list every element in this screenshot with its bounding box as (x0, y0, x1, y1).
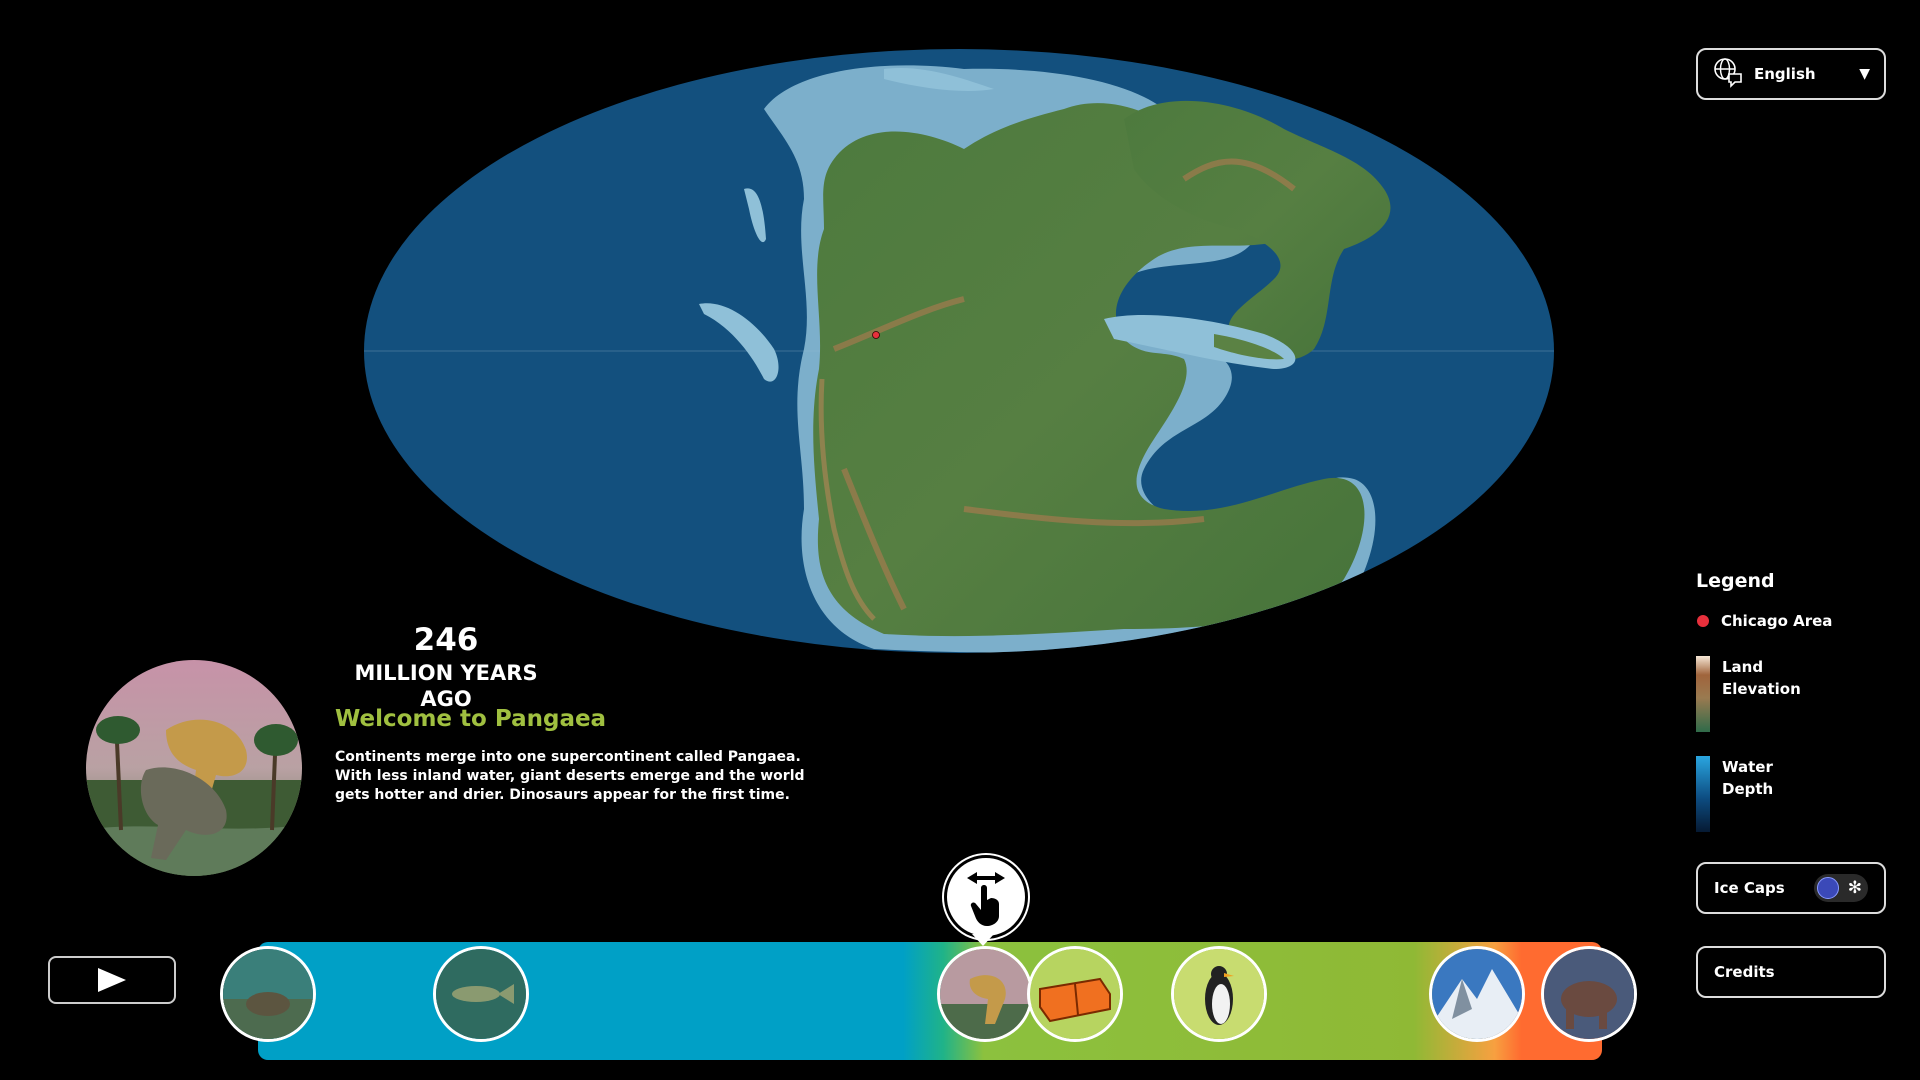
timeline-thumb-fossil-fish[interactable] (433, 946, 529, 1042)
snowflake-icon: ✻ (1847, 878, 1862, 898)
ice-caps-toggle[interactable]: ✻ (1814, 874, 1868, 902)
era-title: Welcome to Pangaea (335, 706, 607, 732)
credits-label: Credits (1714, 963, 1775, 981)
era-illustration (86, 660, 302, 876)
chicago-marker[interactable] (872, 331, 880, 339)
legend-elevation: Land Elevation (1696, 656, 1896, 732)
swipe-hand-icon (967, 872, 1005, 926)
timeline-thumb-penguin[interactable] (1171, 946, 1267, 1042)
years-unit: MILLION YEARS AGO (354, 661, 538, 711)
chevron-down-icon: ▼ (1859, 66, 1870, 82)
years-number: 246 (413, 622, 479, 658)
play-icon (98, 968, 126, 992)
legend: Legend Chicago Area Land Elevation Water… (1696, 570, 1896, 856)
era-description: Continents merge into one supercontinent… (335, 749, 805, 803)
legend-chicago: Chicago Area (1696, 610, 1896, 632)
legend-water: Water Depth (1696, 756, 1896, 832)
legend-water-line1: Water (1722, 758, 1773, 776)
world-map[interactable] (364, 49, 1554, 654)
language-label: English (1754, 65, 1816, 83)
timeline-scrubber-handle[interactable] (944, 855, 1028, 939)
timeline-thumb-woolly-mammoth[interactable] (1541, 946, 1637, 1042)
scrubber-pointer (972, 934, 994, 946)
legend-water-label: Water Depth (1722, 756, 1773, 800)
elevation-gradient-bar (1696, 656, 1710, 732)
legend-title: Legend (1696, 570, 1775, 592)
credits-button[interactable]: Credits (1696, 946, 1886, 998)
water-depth-gradient-bar (1696, 756, 1710, 832)
legend-water-line2: Depth (1722, 780, 1774, 798)
play-button[interactable] (48, 956, 176, 1004)
legend-elevation-line1: Land (1722, 658, 1764, 676)
toggle-knob (1817, 877, 1839, 899)
globe-chat-icon (1712, 56, 1744, 92)
ice-caps-label: Ice Caps (1714, 879, 1785, 897)
legend-elevation-label: Land Elevation (1722, 656, 1801, 700)
years-ago-display: 246 MILLION YEARS AGO (336, 620, 556, 712)
timeline-thumb-snowy-mountain[interactable] (1429, 946, 1525, 1042)
timeline-thumb-ancient-sea-creature[interactable] (220, 946, 316, 1042)
timeline-thumb-dinosaurs[interactable] (937, 946, 1033, 1042)
legend-elevation-line2: Elevation (1722, 680, 1801, 698)
red-dot-icon (1697, 615, 1709, 627)
language-selector[interactable]: English ▼ (1696, 48, 1886, 100)
ice-caps-control: Ice Caps ✻ (1696, 862, 1886, 914)
legend-chicago-label: Chicago Area (1721, 612, 1833, 630)
timeline-thumb-tectonic-block[interactable] (1027, 946, 1123, 1042)
